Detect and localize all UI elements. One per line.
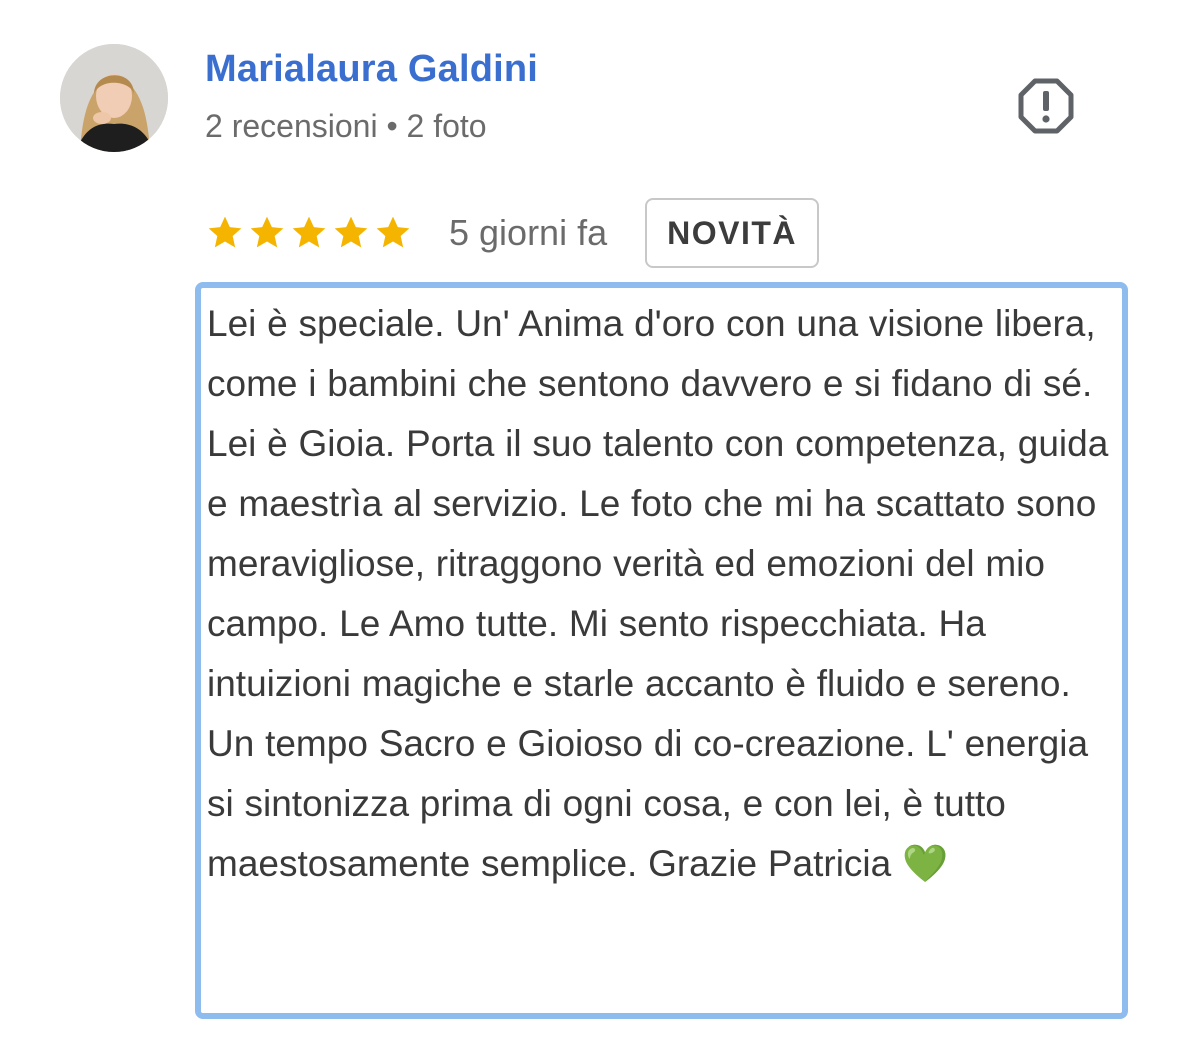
star-icon <box>334 216 368 248</box>
green-heart-icon: 💚 <box>902 843 949 884</box>
review-body: Lei è speciale. Un' Anima d'oro con una … <box>207 303 1109 884</box>
profile-photo <box>60 44 168 152</box>
review-text-box[interactable]: Lei è speciale. Un' Anima d'oro con una … <box>195 282 1128 1019</box>
review-text: Lei è speciale. Un' Anima d'oro con una … <box>207 294 1114 894</box>
reviewer-stats: 2 recensioni • 2 foto <box>205 108 487 144</box>
report-icon[interactable] <box>1016 76 1076 136</box>
star-icon <box>292 216 326 248</box>
new-badge: NOVITÀ <box>645 198 819 268</box>
rating-row: 5 giorni fa NOVITÀ <box>205 196 819 270</box>
star-rating <box>205 213 413 253</box>
star-icon <box>376 216 410 248</box>
star-icon <box>250 216 284 248</box>
avatar[interactable] <box>60 44 168 152</box>
review-card: Marialaura Galdini 2 recensioni • 2 foto… <box>0 0 1179 1045</box>
star-icon <box>208 216 242 248</box>
review-date: 5 giorni fa <box>449 212 608 253</box>
reviewer-name[interactable]: Marialaura Galdini <box>205 48 538 91</box>
